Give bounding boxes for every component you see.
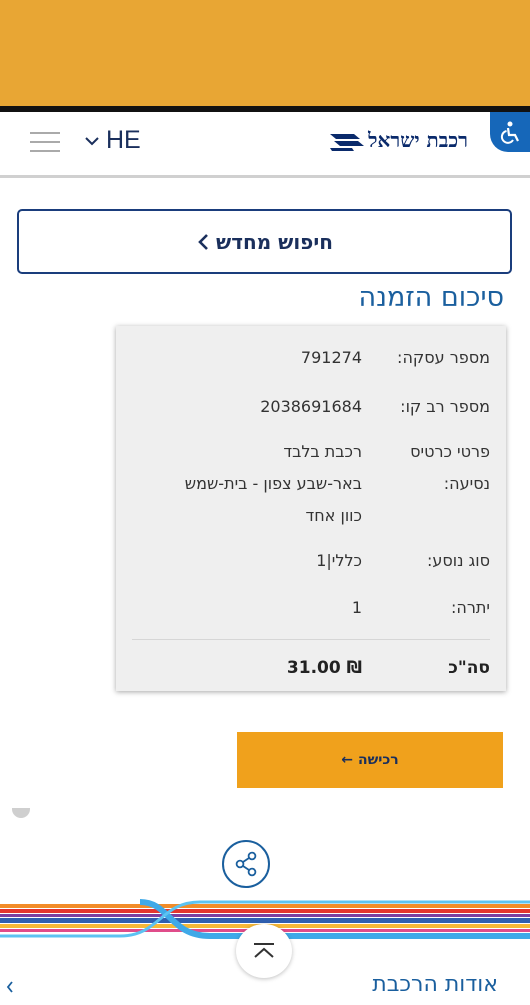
chevron-left-icon	[198, 233, 208, 250]
ticket-value: רכבת בלבד באר-שבע צפון - בית-שמש כוון אח…	[132, 436, 362, 532]
balance-row: יתרה: 1	[132, 598, 490, 617]
page-title: סיכום הזמנה	[358, 282, 504, 313]
logo-text: רכבת ישראל	[368, 128, 468, 152]
search-again-label: חיפוש מחדש	[216, 229, 333, 254]
total-label: סה"כ	[448, 658, 490, 678]
menu-icon[interactable]	[30, 132, 60, 154]
chevron-down-icon	[85, 136, 99, 145]
ticket-value-line-3: כוון אחד	[305, 506, 362, 525]
buy-button[interactable]: רכישה ←	[237, 732, 503, 788]
summary-divider	[132, 639, 490, 640]
search-again-button[interactable]: חיפוש מחדש	[17, 209, 512, 274]
language-label: HE	[106, 126, 141, 154]
arrow-left-icon: ←	[341, 752, 354, 768]
about-link[interactable]: אודות הרכבת	[372, 972, 498, 997]
total-row: סה"כ ₪ 31.00	[132, 658, 490, 678]
passenger-value: כללי|1	[316, 551, 362, 570]
passenger-label: סוג נוסע:	[427, 551, 490, 570]
chevron-left-icon[interactable]	[6, 981, 14, 993]
logo-mark-icon	[330, 133, 365, 151]
transaction-value: 791274	[300, 348, 362, 367]
passenger-row: סוג נוסע: כללי|1	[132, 551, 490, 570]
scroll-to-top-button[interactable]	[236, 924, 292, 978]
card-value: 2038691684	[260, 397, 362, 416]
scroll-indicator	[12, 808, 30, 818]
ticket-value-line-1: רכבת בלבד	[283, 442, 362, 461]
ticket-label-line-2: נסיעה:	[443, 474, 490, 493]
card-label: מספר רב קו:	[400, 397, 490, 416]
balance-value: 1	[351, 598, 362, 617]
buy-button-label: רכישה	[358, 752, 399, 768]
ticket-label-line-1: פרטי כרטיס	[410, 442, 490, 461]
accessibility-icon[interactable]	[490, 112, 530, 152]
total-value: ₪ 31.00	[286, 658, 362, 678]
transaction-row: מספר עסקה: 791274	[132, 348, 490, 367]
ticket-value-line-2: באר-שבע צפון - בית-שמש	[184, 474, 362, 493]
ticket-label: פרטי כרטיס נסיעה:	[362, 436, 490, 532]
top-banner	[0, 0, 530, 106]
logo[interactable]: רכבת ישראל	[330, 128, 468, 153]
ticket-row: פרטי כרטיס נסיעה: רכבת בלבד באר-שבע צפון…	[132, 436, 490, 532]
header-divider	[0, 175, 530, 178]
share-icon[interactable]	[222, 840, 270, 888]
chevron-up-icon	[254, 943, 274, 958]
language-selector[interactable]: HE	[84, 126, 141, 155]
card-row: מספר רב קו: 2038691684	[132, 397, 490, 416]
site-header: HE רכבת ישראל	[0, 112, 530, 176]
order-summary-card: מספר עסקה: 791274 מספר רב קו: 2038691684…	[116, 326, 506, 691]
transaction-label: מספר עסקה:	[397, 348, 490, 367]
balance-label: יתרה:	[451, 598, 490, 617]
